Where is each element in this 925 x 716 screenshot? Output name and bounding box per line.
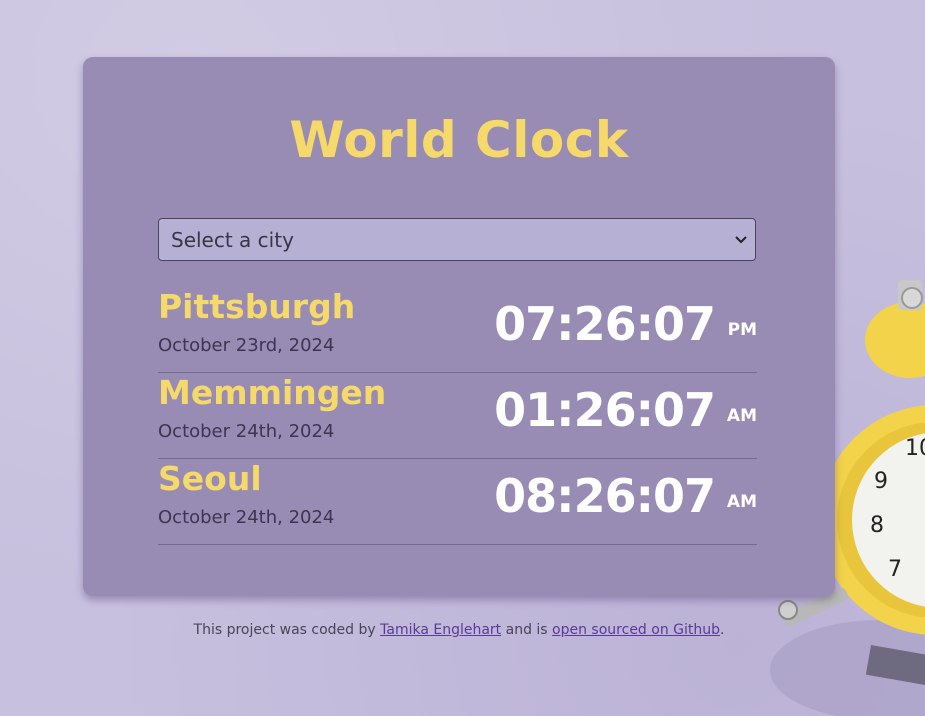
- city-date: October 24th, 2024: [158, 421, 335, 442]
- author-link[interactable]: Tamika Englehart: [380, 622, 501, 638]
- city-date: October 23rd, 2024: [158, 335, 335, 356]
- city-row-pittsburgh: Pittsburgh October 23rd, 2024 07:26:07 P…: [158, 287, 757, 373]
- page-title: World Clock: [289, 111, 629, 169]
- city-name: Seoul: [158, 459, 262, 498]
- city-ampm: PM: [727, 320, 757, 340]
- city-time: 07:26:07: [494, 297, 716, 351]
- city-name: Pittsburgh: [158, 287, 356, 326]
- chevron-down-icon: [733, 231, 749, 247]
- svg-text:10: 10: [905, 436, 925, 461]
- city-ampm: AM: [726, 406, 757, 426]
- city-name: Memmingen: [158, 373, 387, 412]
- github-link[interactable]: open sourced on Github: [552, 622, 720, 638]
- city-row-memmingen: Memmingen October 24th, 2024 01:26:07 AM: [158, 373, 757, 459]
- city-select[interactable]: Select a city: [158, 218, 756, 261]
- city-date: October 24th, 2024: [158, 507, 335, 528]
- footer-middle: and is: [501, 622, 553, 638]
- city-select-value: Select a city: [171, 228, 294, 252]
- city-time: 01:26:07: [494, 383, 716, 437]
- world-clock-card: World Clock Select a city Pittsburgh Oct…: [83, 57, 835, 596]
- svg-text:9: 9: [874, 469, 888, 494]
- city-time: 08:26:07: [494, 469, 716, 523]
- footer-suffix: .: [720, 622, 725, 638]
- city-row-seoul: Seoul October 24th, 2024 08:26:07 AM: [158, 459, 757, 545]
- footer: This project was coded by Tamika Engleha…: [0, 622, 918, 638]
- footer-prefix: This project was coded by: [193, 622, 381, 638]
- svg-text:7: 7: [888, 557, 902, 582]
- svg-text:8: 8: [870, 513, 884, 538]
- city-ampm: AM: [726, 492, 757, 512]
